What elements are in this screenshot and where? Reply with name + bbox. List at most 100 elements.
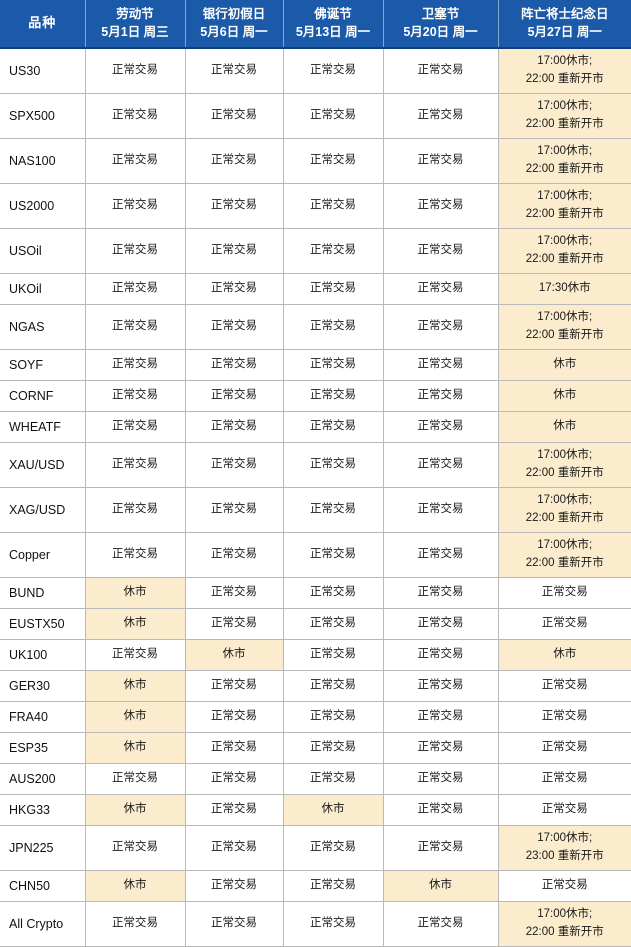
status-cell-bank_holiday: 正常交易 [185,794,284,827]
status-cell-memorial_day: 休市 [498,349,631,382]
table-row: Copper 正常交易 正常交易 正常交易 正常交易 17:00休市; 22:00 重新开市 [0,532,631,579]
column-header-date: 5月13日 周一 [295,25,371,40]
table-row: JPN225 正常交易 正常交易 正常交易 正常交易 17:00休市; 23:00 重新开市 [0,825,631,872]
status-cell-bank_holiday: 正常交易 [185,670,284,703]
status-line: 22:00 重新开市 [525,118,604,131]
status-cell-buddha_day: 正常交易 [283,411,384,444]
symbol-cell: EUSTX50 [0,608,86,641]
status-cell-labour_day: 正常交易 [85,273,186,306]
status-cell-vesak_day: 正常交易 [383,532,499,579]
table-row: USOil 正常交易 正常交易 正常交易 正常交易 17:00休市; 22:00 重新开市 [0,228,631,275]
status-cell-vesak_day: 正常交易 [383,411,499,444]
status-line: 17:00休市; [537,55,593,68]
status-cell-buddha_day: 正常交易 [283,701,384,734]
status-cell-memorial_day: 17:00休市; 22:00 重新开市 [498,138,631,185]
status-cell-bank_holiday: 正常交易 [185,411,284,444]
status-line: 17:00休市; [537,100,593,113]
status-cell-bank_holiday: 正常交易 [185,349,284,382]
status-cell-memorial_day: 17:00休市; 22:00 重新开市 [498,183,631,230]
status-cell-labour_day: 正常交易 [85,411,186,444]
status-cell-memorial_day: 17:00休市; 22:00 重新开市 [498,532,631,579]
status-cell-vesak_day: 正常交易 [383,794,499,827]
status-cell-memorial_day: 17:00休市; 22:00 重新开市 [498,487,631,534]
status-cell-bank_holiday: 正常交易 [185,138,284,185]
status-cell-bank_holiday: 正常交易 [185,870,284,903]
status-cell-vesak_day: 正常交易 [383,304,499,351]
table-row: HKG33 休市 正常交易 休市 正常交易 正常交易 [0,794,631,827]
status-line: 17:00休市; [537,190,593,203]
status-cell-labour_day: 休市 [85,608,186,641]
symbol-cell: ESP35 [0,732,86,765]
status-cell-buddha_day: 正常交易 [283,183,384,230]
status-line: 22:00 重新开市 [525,253,604,266]
symbol-cell: WHEATF [0,411,86,444]
column-header-buddha_day: 佛诞节 5月13日 周一 [283,0,384,50]
status-cell-labour_day: 正常交易 [85,825,186,872]
status-cell-labour_day: 正常交易 [85,183,186,230]
status-cell-vesak_day: 休市 [383,870,499,903]
status-cell-labour_day: 休市 [85,794,186,827]
table-row: SPX500 正常交易 正常交易 正常交易 正常交易 17:00休市; 22:00 重新开市 [0,93,631,140]
holiday-trading-schedule-table: 品种 劳动节 5月1日 周三 银行初假日 5月6日 周一 佛诞节 5月13日 周一 卫塞节 5月… [0,0,631,947]
status-cell-vesak_day: 正常交易 [383,701,499,734]
table-header: 品种 劳动节 5月1日 周三 银行初假日 5月6日 周一 佛诞节 5月13日 周一 卫塞节 5月… [0,0,631,50]
symbol-cell: US30 [0,48,86,95]
status-cell-vesak_day: 正常交易 [383,639,499,672]
status-line: 22:00 重新开市 [525,163,604,176]
status-cell-labour_day: 正常交易 [85,380,186,413]
column-header-date: 5月20日 周一 [403,25,478,40]
status-cell-vesak_day: 正常交易 [383,228,499,275]
table-row: BUND 休市 正常交易 正常交易 正常交易 正常交易 [0,577,631,610]
status-cell-labour_day: 休市 [85,870,186,903]
table-row: FRA40 休市 正常交易 正常交易 正常交易 正常交易 [0,701,631,734]
status-cell-bank_holiday: 正常交易 [185,732,284,765]
status-cell-labour_day: 休市 [85,577,186,610]
status-cell-memorial_day: 正常交易 [498,763,631,796]
symbol-cell: XAG/USD [0,487,86,534]
status-cell-vesak_day: 正常交易 [383,763,499,796]
column-header-bank_holiday: 银行初假日 5月6日 周一 [185,0,284,50]
status-cell-bank_holiday: 正常交易 [185,901,284,947]
status-cell-vesak_day: 正常交易 [383,670,499,703]
column-header-label: 品种 [28,14,57,30]
status-cell-buddha_day: 正常交易 [283,48,384,95]
status-line: 17:00休市; [537,494,593,507]
table-row: US30 正常交易 正常交易 正常交易 正常交易 17:00休市; 22:00 重新开市 [0,48,631,95]
column-header-label: 劳动节 [116,7,154,21]
status-cell-labour_day: 正常交易 [85,901,186,947]
symbol-cell: JPN225 [0,825,86,872]
status-cell-buddha_day: 正常交易 [283,138,384,185]
symbol-cell: BUND [0,577,86,610]
status-cell-memorial_day: 正常交易 [498,870,631,903]
header-row: 品种 劳动节 5月1日 周三 银行初假日 5月6日 周一 佛诞节 5月13日 周一 卫塞节 5月… [0,0,631,50]
table-row: NAS100 正常交易 正常交易 正常交易 正常交易 17:00休市; 22:00 重新开市 [0,138,631,185]
status-cell-bank_holiday: 正常交易 [185,763,284,796]
status-cell-bank_holiday: 正常交易 [185,228,284,275]
symbol-cell: US2000 [0,183,86,230]
status-cell-vesak_day: 正常交易 [383,349,499,382]
status-line: 17:00休市; [537,235,593,248]
symbol-cell: NGAS [0,304,86,351]
status-cell-buddha_day: 正常交易 [283,93,384,140]
table-row: CORNF 正常交易 正常交易 正常交易 正常交易 休市 [0,380,631,413]
status-cell-bank_holiday: 正常交易 [185,487,284,534]
status-line: 22:00 重新开市 [525,208,604,221]
status-line: 23:00 重新开市 [525,850,604,863]
status-cell-bank_holiday: 正常交易 [185,304,284,351]
column-header-symbol: 品种 [0,0,86,50]
status-cell-buddha_day: 正常交易 [283,608,384,641]
status-cell-buddha_day: 正常交易 [283,442,384,489]
status-cell-vesak_day: 正常交易 [383,183,499,230]
status-cell-vesak_day: 正常交易 [383,825,499,872]
status-cell-bank_holiday: 正常交易 [185,380,284,413]
status-cell-bank_holiday: 正常交易 [185,608,284,641]
status-cell-memorial_day: 休市 [498,639,631,672]
status-cell-buddha_day: 正常交易 [283,487,384,534]
table-row: ESP35 休市 正常交易 正常交易 正常交易 正常交易 [0,732,631,765]
table-row: CHN50 休市 正常交易 正常交易 休市 正常交易 [0,870,631,903]
symbol-cell: Copper [0,532,86,579]
status-cell-labour_day: 正常交易 [85,48,186,95]
status-cell-labour_day: 正常交易 [85,639,186,672]
status-line: 17:00休市; [537,145,593,158]
symbol-cell: FRA40 [0,701,86,734]
